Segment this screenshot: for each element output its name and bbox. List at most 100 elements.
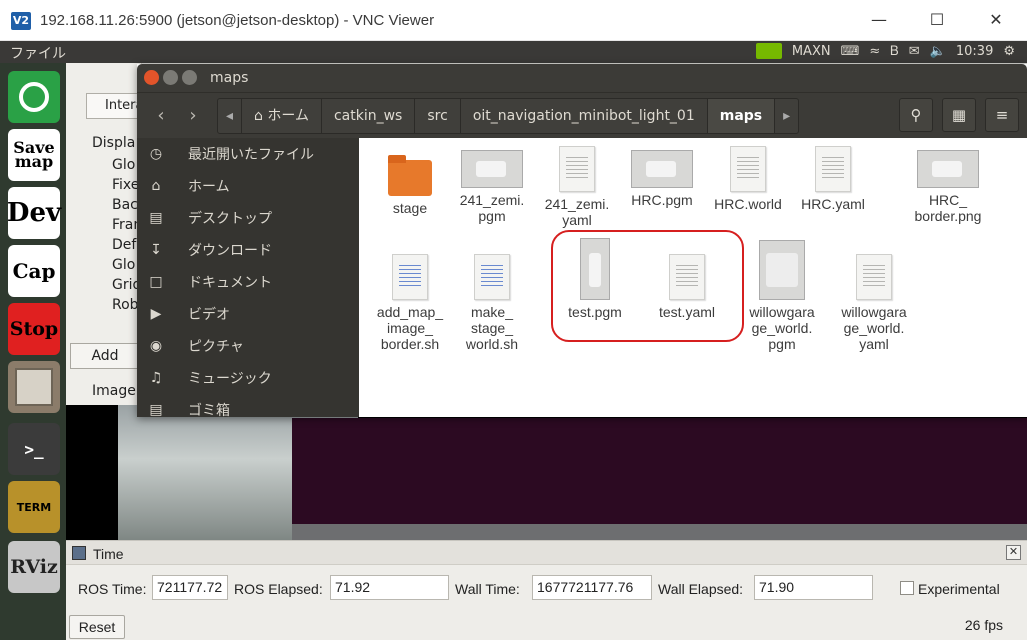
file-name: 241_zemi. pgm <box>459 192 525 224</box>
highlight-annotation <box>551 230 744 342</box>
breadcrumb-home-label: ホーム <box>267 108 309 124</box>
settings-gear-icon[interactable]: ⚙ <box>1003 44 1015 59</box>
experimental-checkbox[interactable] <box>900 581 914 595</box>
files-sidebar: ◷ 最近開いたファイル ⌂ ホーム ▤ デスクトップ ↧ ダウンロード □ ドキ… <box>137 138 359 417</box>
interact-tool[interactable]: Intera <box>86 93 141 119</box>
reset-button[interactable]: Reset <box>69 615 125 639</box>
ros-elapsed-field[interactable]: 71.92 <box>330 575 449 600</box>
ros-time-label: ROS Time: <box>78 581 147 597</box>
file-name: add_map_ image_ border.sh <box>376 304 444 352</box>
breadcrumb-left-arrow-icon[interactable]: ◂ <box>218 99 243 133</box>
folder-icon: ▤ <box>149 210 163 226</box>
sidebar-item-label: ピクチャ <box>188 339 244 355</box>
keyboard-icon[interactable]: ⌨ <box>841 44 860 59</box>
file-item[interactable]: 241_zemi. pgm <box>449 146 535 224</box>
minimize-window-icon[interactable] <box>163 70 178 85</box>
time-panel-title: Time <box>93 546 124 562</box>
file-name: make_ stage_ world.sh <box>465 304 519 352</box>
wall-time-field[interactable]: 1677721177.76 <box>532 575 652 600</box>
files-titlebar: maps <box>137 64 1027 92</box>
clock-icon: ◷ <box>149 146 163 162</box>
ros-time-field[interactable]: 721177.72 <box>152 575 228 600</box>
file-item[interactable]: stage <box>367 150 453 216</box>
dev-icon[interactable]: Dev <box>7 187 61 239</box>
file-item[interactable]: HRC_ border.png <box>905 146 991 224</box>
bluetooth-icon[interactable]: Ᏼ <box>890 44 899 59</box>
download-icon: ↧ <box>150 242 162 258</box>
clock[interactable]: 10:39 <box>956 44 993 59</box>
video-icon: ▶ <box>150 306 162 322</box>
file-item[interactable]: add_map_ image_ border.sh <box>367 254 453 352</box>
wall-elapsed-field[interactable]: 71.90 <box>754 575 873 600</box>
close-window-icon[interactable] <box>144 70 159 85</box>
minimize-icon[interactable]: — <box>850 0 908 40</box>
sidebar-item-desktop[interactable]: ▤ デスクトップ <box>137 202 359 234</box>
file-cabinet-icon[interactable] <box>8 361 60 413</box>
sidebar-item-videos[interactable]: ▶ ビデオ <box>137 298 359 330</box>
cap-icon[interactable]: Cap <box>8 245 60 297</box>
mail-icon[interactable]: ✉ <box>909 44 920 59</box>
breadcrumb-src[interactable]: src <box>415 99 461 133</box>
file-item[interactable]: HRC.pgm <box>619 146 705 208</box>
sidebar-item-music[interactable]: ♫ ミュージック <box>137 362 359 394</box>
file-name: willowgara ge_world. pgm <box>749 304 815 352</box>
sidebar-item-pictures[interactable]: ◉ ピクチャ <box>137 330 359 362</box>
breadcrumb-maps[interactable]: maps <box>707 99 776 133</box>
power-mode[interactable]: MAXN <box>792 44 831 59</box>
view-options-icon[interactable]: ▦ <box>942 98 976 132</box>
breadcrumb-catkin-ws[interactable]: catkin_ws <box>322 99 416 133</box>
files-toolbar: ‹ › ◂ ⌂ ホーム catkin_ws src oit_navigation… <box>137 92 1027 138</box>
close-icon[interactable]: ✕ <box>967 0 1025 40</box>
sidebar-item-label: ビデオ <box>188 307 230 323</box>
app-menu-file[interactable]: ファイル <box>10 43 66 63</box>
ubuntu-top-panel: ファイル MAXN ⌨ ≈ Ᏼ ✉ 🔈 10:39 ⚙ <box>0 41 1027 63</box>
save-map-icon[interactable]: Save map <box>8 129 60 181</box>
sidebar-item-trash[interactable]: ▤ ゴミ箱 <box>137 394 359 417</box>
sidebar-item-home[interactable]: ⌂ ホーム <box>137 170 359 202</box>
close-panel-icon[interactable]: ✕ <box>1006 545 1021 560</box>
image-panel-label: Image <box>92 383 136 399</box>
sidebar-item-label: ホーム <box>188 179 230 195</box>
file-item[interactable]: HRC.world <box>705 146 791 212</box>
files-window-title: maps <box>210 70 249 86</box>
volume-icon[interactable]: 🔈 <box>930 44 946 59</box>
sidebar-item-recent[interactable]: ◷ 最近開いたファイル <box>137 138 359 170</box>
sidebar-item-downloads[interactable]: ↧ ダウンロード <box>137 234 359 266</box>
file-item[interactable]: HRC.yaml <box>790 146 876 212</box>
file-name: stage <box>392 200 428 216</box>
time-panel-icon <box>72 546 86 560</box>
stop-icon[interactable]: Stop <box>8 303 60 355</box>
window-title: 192.168.11.26:5900 (jetson@jetson-deskto… <box>40 12 435 29</box>
wifi-icon[interactable]: ≈ <box>869 44 880 59</box>
file-item[interactable]: willowgara ge_world. yaml <box>831 254 917 352</box>
rviz-icon[interactable]: RViz <box>8 541 60 593</box>
image-thumbnail-icon <box>631 150 693 188</box>
file-item[interactable]: willowgara ge_world. pgm <box>739 240 825 352</box>
search-icon[interactable]: ⚲ <box>899 98 933 132</box>
file-item[interactable]: 241_zemi. yaml <box>534 146 620 228</box>
add-button[interactable]: Add <box>70 343 140 369</box>
sidebar-item-label: ミュージック <box>188 371 272 387</box>
terminal-icon[interactable]: >_ <box>8 423 60 475</box>
sidebar-item-label: デスクトップ <box>188 211 272 227</box>
file-name: HRC_ border.png <box>914 192 982 224</box>
document-icon: □ <box>149 274 163 290</box>
ubuntu-dash-icon[interactable] <box>8 71 60 123</box>
file-item[interactable]: make_ stage_ world.sh <box>449 254 535 352</box>
file-name: HRC.yaml <box>801 196 865 212</box>
xterm-icon[interactable]: TERM <box>8 481 60 533</box>
maximize-icon[interactable]: ☐ <box>908 0 966 40</box>
breadcrumb-home[interactable]: ⌂ ホーム <box>242 99 322 133</box>
sidebar-item-documents[interactable]: □ ドキュメント <box>137 266 359 298</box>
breadcrumb-right-arrow-icon[interactable]: ▸ <box>775 99 798 133</box>
purple-display-area <box>292 418 1027 524</box>
file-name: HRC.world <box>714 196 782 212</box>
menu-icon[interactable]: ≡ <box>985 98 1019 132</box>
breadcrumb-package[interactable]: oit_navigation_minibot_light_01 <box>461 99 708 133</box>
maximize-window-icon[interactable] <box>182 70 197 85</box>
sidebar-item-label: ドキュメント <box>188 275 272 291</box>
forward-icon[interactable]: › <box>177 100 209 132</box>
file-name: HRC.pgm <box>631 192 693 208</box>
nvidia-icon[interactable] <box>755 43 782 59</box>
back-icon[interactable]: ‹ <box>145 100 177 132</box>
